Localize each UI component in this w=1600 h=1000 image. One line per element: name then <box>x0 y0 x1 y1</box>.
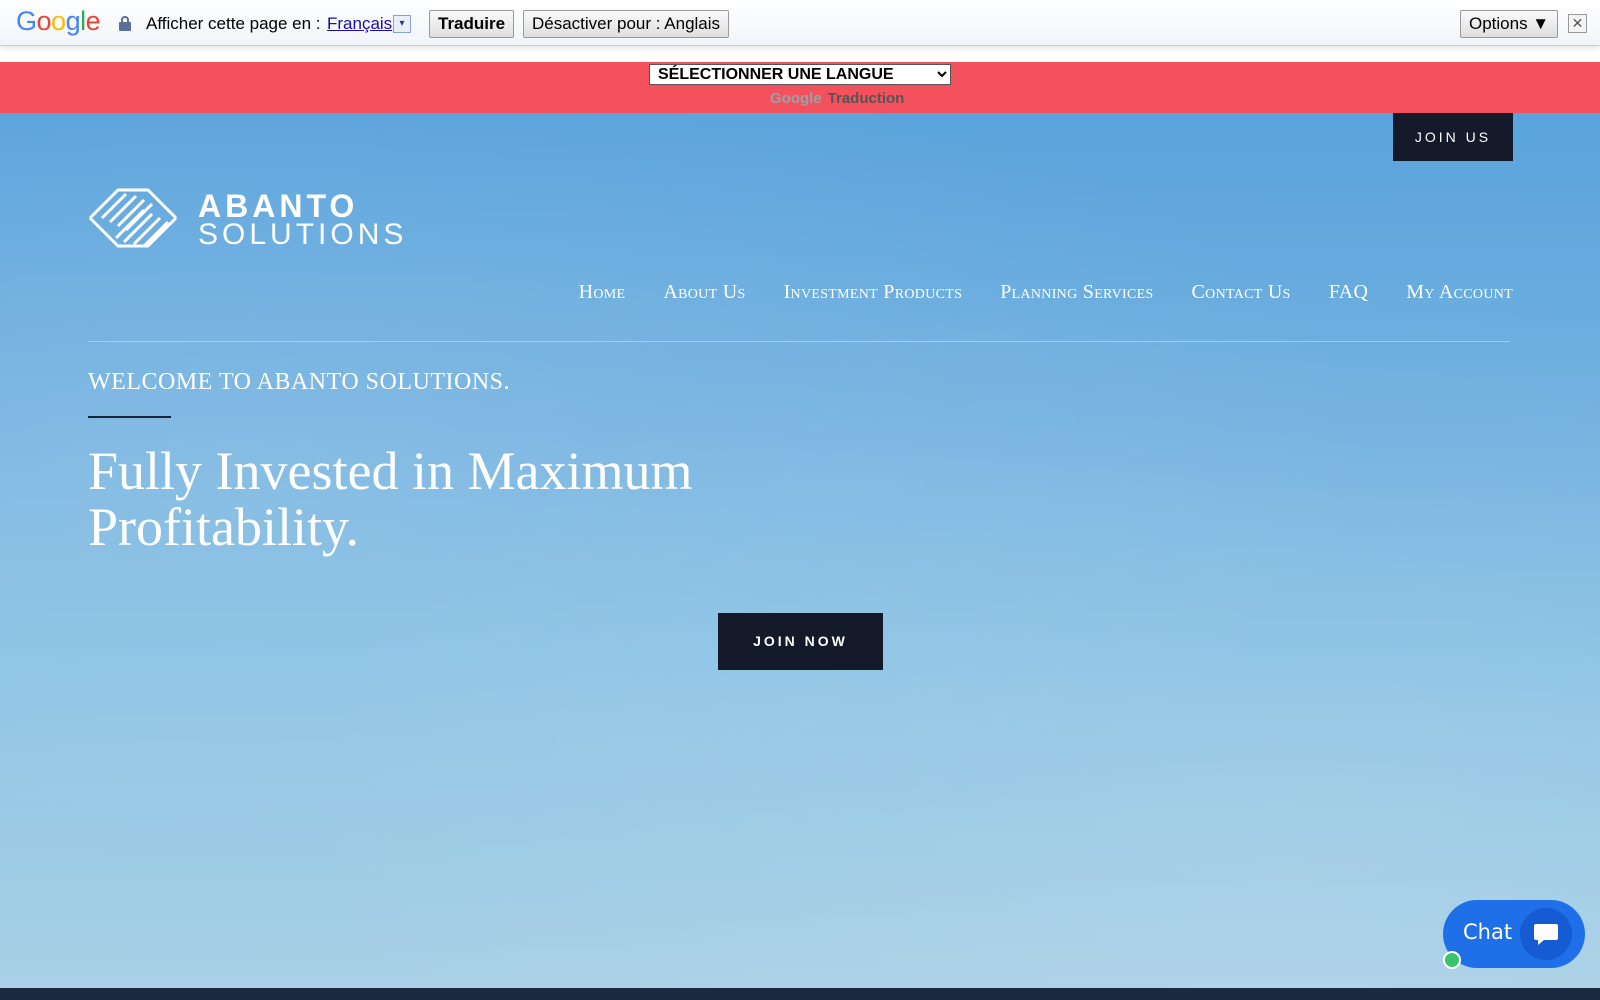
translate-prompt: Afficher cette page en : <box>146 14 321 33</box>
footer-edge <box>0 988 1600 1000</box>
google-translate-bar: Google Afficher cette page en : Français… <box>0 0 1600 46</box>
chat-bubble-icon <box>1520 908 1572 960</box>
translate-button[interactable]: Traduire <box>429 10 515 38</box>
language-selector-strip: SÉLECTIONNER UNE LANGUE Google Traduction <box>0 62 1600 113</box>
welcome-heading: WELCOME TO ABANTO SOLUTIONS. <box>88 369 511 395</box>
language-dropdown-icon[interactable]: ▾ <box>393 15 411 33</box>
hero-section: JOIN US ABANTO SOLUTIONS Home About Us I… <box>0 113 1600 988</box>
nav-my-account[interactable]: My Account <box>1406 281 1513 304</box>
nav-investment-products[interactable]: Investment Products <box>784 281 963 304</box>
join-now-button[interactable]: JOIN NOW <box>718 613 883 670</box>
disable-translation-button[interactable]: Désactiver pour : Anglais <box>523 10 730 38</box>
lock-icon <box>119 16 131 31</box>
nav-planning-services[interactable]: Planning Services <box>1000 281 1153 304</box>
main-nav: Home About Us Investment Products Planni… <box>579 281 1513 304</box>
google-mini-logo: Google <box>770 90 822 107</box>
online-status-dot <box>1443 951 1461 969</box>
google-logo: Google <box>16 6 101 36</box>
join-us-button[interactable]: JOIN US <box>1393 113 1513 161</box>
nav-about-us[interactable]: About Us <box>663 281 745 304</box>
powered-label[interactable]: Traduction <box>828 90 905 107</box>
powered-by-google: Google Traduction <box>770 90 904 107</box>
language-select[interactable]: SÉLECTIONNER UNE LANGUE <box>649 64 951 85</box>
chat-widget-button[interactable]: Chat <box>1443 900 1585 968</box>
nav-divider <box>88 341 1510 342</box>
handshake-logo-icon <box>88 188 178 248</box>
hero-headline: Fully Invested in Maximum Profitability. <box>88 441 693 557</box>
target-language-link[interactable]: Français <box>327 14 392 34</box>
options-button[interactable]: Options ▼ <box>1460 10 1559 38</box>
site-logo[interactable]: ABANTO SOLUTIONS <box>88 188 438 251</box>
welcome-underline <box>88 416 171 418</box>
logo-word-solutions: SOLUTIONS <box>198 218 408 251</box>
nav-home[interactable]: Home <box>579 281 626 304</box>
chat-label: Chat <box>1463 920 1513 944</box>
nav-contact-us[interactable]: Contact Us <box>1192 281 1291 304</box>
nav-faq[interactable]: FAQ <box>1329 281 1368 304</box>
close-icon[interactable]: ✕ <box>1568 14 1587 33</box>
